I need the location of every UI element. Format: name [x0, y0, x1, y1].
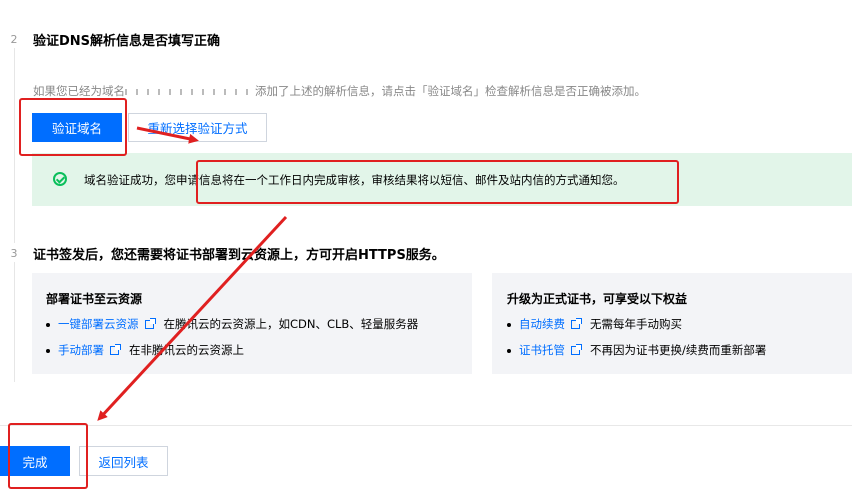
reselect-method-button[interactable]: 重新选择验证方式 — [128, 113, 267, 142]
manual-deploy-link[interactable]: 手动部署 — [58, 343, 104, 357]
step-title: 证书签发后，您还需要将证书部署到云资源上，方可开启HTTPS服务。 — [33, 248, 445, 263]
verify-hint: 如果您已经为域名 添加了上述的解析信息，请点击「验证域名」检查解析信息是否正确被添… — [33, 83, 646, 99]
deploy-card-title: 部署证书至云资源 — [46, 292, 143, 306]
external-link-icon[interactable] — [571, 344, 582, 355]
footer-divider — [0, 425, 852, 426]
annotation-box — [196, 160, 679, 204]
bullet — [507, 322, 511, 327]
external-link-icon[interactable] — [110, 344, 121, 355]
step-number: 3 — [7, 247, 21, 261]
item-description: 不再因为证书更换/续费而重新部署 — [590, 343, 767, 357]
hint-text-before: 如果您已经为域名 — [33, 84, 125, 98]
check-circle-icon — [53, 172, 67, 186]
bullet — [46, 348, 50, 353]
one-click-deploy-link[interactable]: 一键部署云资源 — [58, 317, 139, 331]
timeline-line — [14, 48, 15, 243]
item-description: 在非腾讯云的云资源上 — [129, 343, 244, 357]
upgrade-card-title: 升级为正式证书，可享受以下权益 — [507, 292, 688, 306]
step-title: 验证DNS解析信息是否填写正确 — [33, 34, 221, 49]
masked-domain — [125, 88, 255, 95]
cert-hosting-link[interactable]: 证书托管 — [519, 343, 565, 357]
item-description: 在腾讯云的云资源上，如CDN、CLB、轻量服务器 — [163, 317, 419, 331]
list-item: 自动续费 无需每年手动购买 — [507, 316, 682, 332]
auto-renew-link[interactable]: 自动续费 — [519, 317, 565, 331]
step-number: 2 — [7, 33, 21, 47]
list-item: 手动部署 在非腾讯云的云资源上 — [46, 342, 244, 358]
hint-text-after: 添加了上述的解析信息，请点击「验证域名」检查解析信息是否正确被添加。 — [255, 84, 646, 98]
list-item: 证书托管 不再因为证书更换/续费而重新部署 — [507, 342, 766, 358]
item-description: 无需每年手动购买 — [590, 317, 682, 331]
external-link-icon[interactable] — [144, 318, 156, 329]
back-to-list-button[interactable]: 返回列表 — [79, 446, 168, 476]
annotation-box — [19, 98, 127, 156]
external-link-icon[interactable] — [571, 318, 582, 329]
bullet — [46, 322, 50, 327]
bullet — [507, 348, 511, 353]
timeline-line — [14, 262, 15, 382]
annotation-box — [8, 423, 88, 489]
list-item: 一键部署云资源 在腾讯云的云资源上，如CDN、CLB、轻量服务器 — [46, 316, 418, 332]
